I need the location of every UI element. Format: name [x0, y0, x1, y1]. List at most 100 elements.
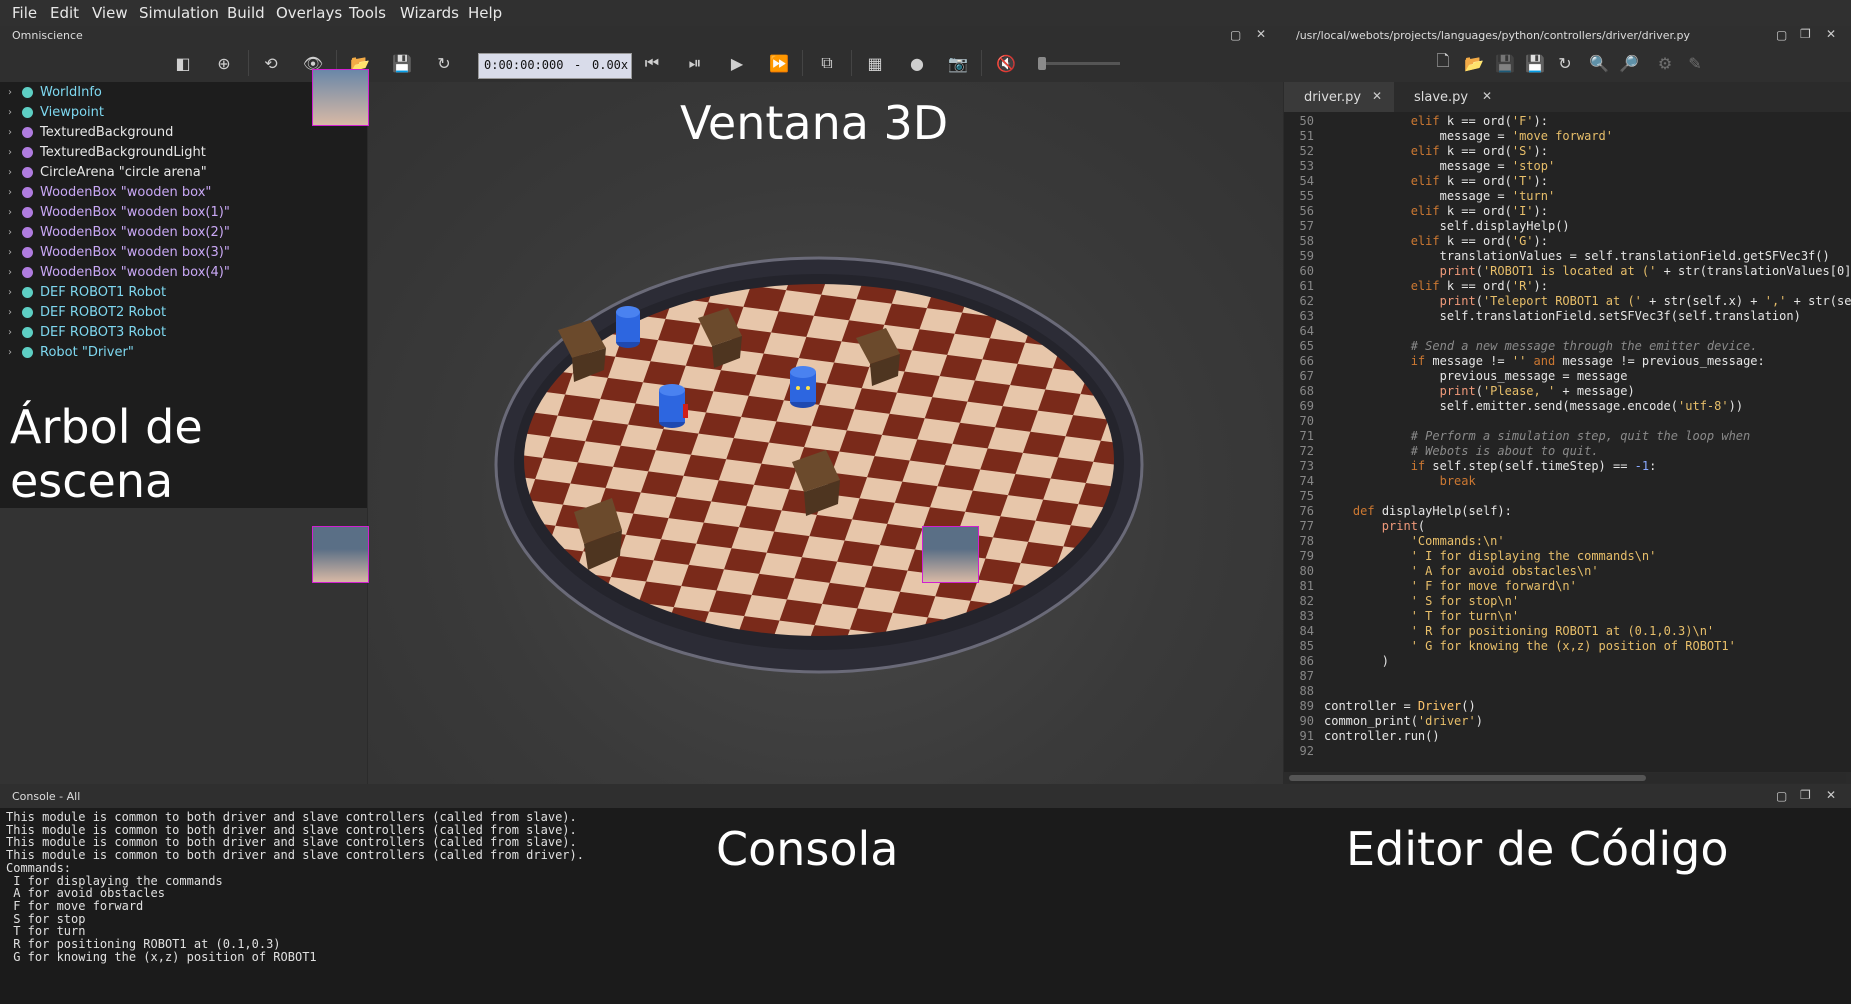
reset-viewpoint-icon[interactable]: ⟲: [260, 52, 282, 74]
open-file-icon[interactable]: 📂: [1463, 52, 1485, 74]
expand-arrow-icon[interactable]: ›: [8, 287, 22, 298]
scene-tree-item[interactable]: › Robot "Driver": [8, 343, 134, 361]
editor-close-icon[interactable]: ✕: [1826, 27, 1836, 41]
code-line: translationValues = self.translationFiel…: [1324, 249, 1830, 263]
menu-simulation[interactable]: Simulation: [139, 4, 219, 22]
menu-file[interactable]: File: [12, 4, 37, 22]
menu-view[interactable]: View: [92, 4, 128, 22]
add-node-icon[interactable]: ⊕: [213, 52, 235, 74]
toggle-scene-tree-icon[interactable]: ◧: [172, 52, 194, 74]
step-icon[interactable]: ⏯: [684, 52, 706, 74]
expand-arrow-icon[interactable]: ›: [8, 227, 22, 238]
expand-arrow-icon[interactable]: ›: [8, 147, 22, 158]
tab-slave-py[interactable]: slave.py ✕: [1394, 82, 1524, 112]
editor-horizontal-scrollbar[interactable]: [1289, 773, 1846, 783]
new-file-icon[interactable]: 🗋: [1432, 51, 1454, 74]
proto-node-icon: [22, 266, 33, 278]
editor-float-icon[interactable]: ❐: [1800, 27, 1811, 41]
save-world-icon[interactable]: 💾: [391, 52, 413, 74]
camera-overlay[interactable]: [312, 526, 369, 583]
revert-file-icon[interactable]: ↻: [1554, 52, 1576, 74]
find-icon[interactable]: 🔍: [1588, 52, 1610, 74]
build-gear-icon[interactable]: ⚙: [1654, 52, 1676, 74]
expand-arrow-icon[interactable]: ›: [8, 87, 22, 98]
menu-wizards[interactable]: Wizards: [400, 4, 459, 22]
line-number: 92: [1299, 744, 1314, 758]
step-back-icon[interactable]: ⏮: [641, 52, 663, 74]
volume-slider-handle[interactable]: [1038, 57, 1046, 70]
line-number: 84: [1299, 624, 1314, 638]
editor-file-path: /usr/local/webots/projects/languages/pyt…: [1296, 29, 1690, 42]
expand-arrow-icon[interactable]: ›: [8, 267, 22, 278]
volume-slider[interactable]: [1038, 57, 1120, 70]
camera-overlay[interactable]: [922, 526, 979, 583]
menu-help[interactable]: Help: [468, 4, 502, 22]
scene-tree-item[interactable]: › DEF ROBOT3 Robot: [8, 323, 166, 341]
expand-arrow-icon[interactable]: ›: [8, 207, 22, 218]
simulation-time: 0:00:00:000: [484, 58, 564, 72]
menu-edit[interactable]: Edit: [50, 4, 79, 22]
fast-forward-icon[interactable]: ⏩: [768, 52, 790, 74]
menu-tools[interactable]: Tools: [349, 4, 386, 22]
scene-tree-item[interactable]: › WoodenBox "wooden box": [8, 183, 211, 201]
save-as-icon[interactable]: 💾: [1524, 52, 1546, 74]
scene-tree-item-label: CircleArena "circle arena": [40, 164, 207, 180]
code-editor[interactable]: 50 elif k == ord('F'): 51 message = 'move…: [1284, 112, 1851, 772]
scene-tree-close-icon[interactable]: ✕: [1256, 27, 1266, 41]
play-icon[interactable]: ▶: [726, 52, 748, 74]
record-movie-icon[interactable]: ▦: [864, 52, 886, 74]
line-number: 67: [1299, 369, 1314, 383]
scene-tree-item[interactable]: › DEF ROBOT1 Robot: [8, 283, 166, 301]
expand-arrow-icon[interactable]: ›: [8, 107, 22, 118]
menu-overlays[interactable]: Overlays: [276, 4, 342, 22]
scene-tree-item[interactable]: › WoodenBox "wooden box(4)": [8, 263, 230, 281]
editor-undock-icon[interactable]: ▢: [1776, 28, 1787, 42]
scene-tree-item[interactable]: › WorldInfo: [8, 83, 102, 101]
scene-tree-undock-icon[interactable]: ▢: [1230, 28, 1241, 42]
expand-arrow-icon[interactable]: ›: [8, 187, 22, 198]
line-number: 72: [1299, 444, 1314, 458]
expand-arrow-icon[interactable]: ›: [8, 307, 22, 318]
screenshot-camera-icon[interactable]: 📷: [947, 52, 969, 74]
line-number: 89: [1299, 699, 1314, 713]
expand-arrow-icon[interactable]: ›: [8, 127, 22, 138]
scene-tree-item[interactable]: › TexturedBackgroundLight: [8, 143, 206, 161]
tab-close-icon[interactable]: ✕: [1372, 89, 1382, 103]
console-close-icon[interactable]: ✕: [1826, 788, 1836, 802]
scene-tree-item[interactable]: › WoodenBox "wooden box(2)": [8, 223, 230, 241]
replace-icon[interactable]: 🔎: [1618, 52, 1640, 74]
mute-sound-icon[interactable]: 🔇: [995, 52, 1017, 74]
tab-close-icon[interactable]: ✕: [1482, 89, 1492, 103]
menu-build[interactable]: Build: [227, 4, 265, 22]
scene-tree-item[interactable]: › CircleArena "circle arena": [8, 163, 207, 181]
expand-arrow-icon[interactable]: ›: [8, 247, 22, 258]
code-line: ' A for avoid obstacles\n': [1410, 564, 1599, 578]
line-number: 91: [1299, 729, 1314, 743]
scene-tree-item[interactable]: › Viewpoint: [8, 103, 104, 121]
code-line: ' G for knowing the (x,z) position of RO…: [1410, 639, 1736, 653]
scene-tree-item[interactable]: › TexturedBackground: [8, 123, 173, 141]
camera-overlay[interactable]: [312, 69, 369, 126]
3d-view[interactable]: Ventana 3D: [368, 82, 1283, 784]
code-line: elif k == ord('F'):: [1410, 114, 1548, 128]
line-number: 78: [1299, 534, 1314, 548]
record-icon[interactable]: ●: [906, 52, 928, 74]
expand-arrow-icon[interactable]: ›: [8, 327, 22, 338]
scene-tree-item[interactable]: › WoodenBox "wooden box(3)": [8, 243, 230, 261]
code-line: self.displayHelp(): [1324, 219, 1570, 233]
expand-arrow-icon[interactable]: ›: [8, 347, 22, 358]
scene-tree-item[interactable]: › WoodenBox "wooden box(1)": [8, 203, 230, 221]
node-icon: [22, 306, 33, 318]
scene-tree-item[interactable]: › DEF ROBOT2 Robot: [8, 303, 166, 321]
line-number: 80: [1299, 564, 1314, 578]
clean-icon[interactable]: ✎: [1684, 52, 1706, 74]
console-float-icon[interactable]: ❐: [1800, 788, 1811, 802]
reload-world-icon[interactable]: ↻: [433, 52, 455, 74]
scrollbar-thumb[interactable]: [1289, 775, 1646, 781]
toggle-view-icon[interactable]: ⧉: [816, 52, 838, 74]
scene-tree-item-label: DEF ROBOT2 Robot: [40, 304, 167, 320]
save-file-icon[interactable]: 💾: [1494, 52, 1516, 74]
code-line: ' T for turn\n': [1410, 609, 1520, 623]
expand-arrow-icon[interactable]: ›: [8, 167, 22, 178]
console-undock-icon[interactable]: ▢: [1776, 789, 1787, 803]
